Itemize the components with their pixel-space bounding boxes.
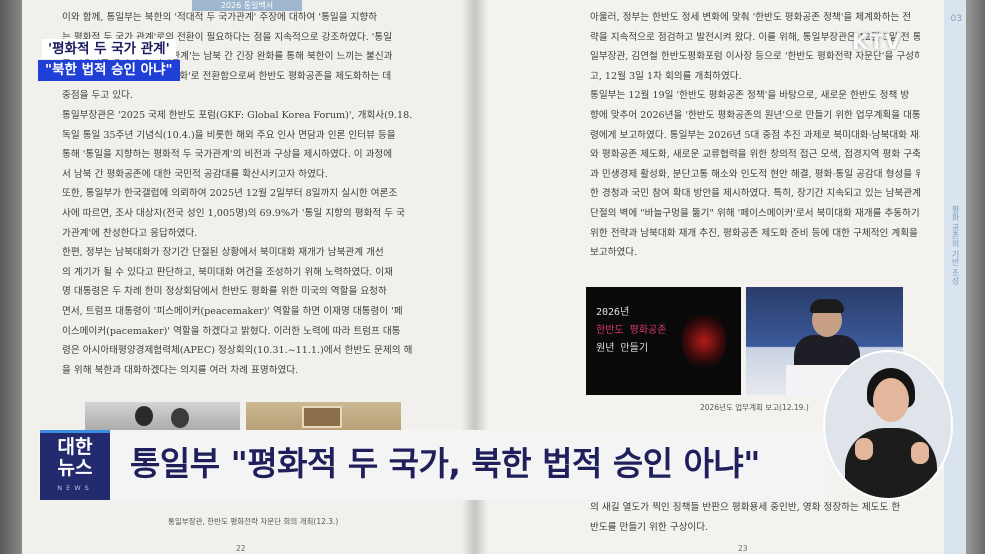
channel-logo-accent [40,430,110,433]
left-text-line: 이와 함께, 통일부는 북한의 '적대적 두 국가관계' 주장에 대하여 '통일… [62,12,378,23]
sign-language-interpreter [823,350,953,500]
room-frame [302,406,342,428]
speaker-hair [810,299,844,313]
page-number-right: 23 [738,544,748,553]
page-number-left: 22 [236,544,246,553]
channel-logo-line-2: 뉴스 [57,457,93,479]
poster-line-3: 원년 만들기 [596,343,649,354]
right-text-line: 고, 12월 3일 1차 회의를 개최하였다. [590,70,742,82]
right-text-line: 향에 맞추어 2026년을 '한반도 평화공존의 원년'으로 만들기 위한 업무… [590,109,920,121]
left-text-line: 령은 아시아태평양경제협력체(APEC) 정상회의(10.31.~11.1.)에… [62,345,412,357]
right-page-bottom-text: 의 새길 열도가 찍인 징책들 반판으 평화용세 중인반, 영화 정장하는 제도… [590,498,920,537]
right-bottom-text-line: 의 새길 열도가 찍인 징책들 반판으 평화용세 중인반, 영화 정장하는 제도… [590,502,901,513]
poster-line-1: 2026년 [596,307,630,318]
channel-logo-line-3: NEWS [57,484,93,492]
left-text-line: 명 대통령은 두 차례 한미 정상회담에서 한반도 평화를 위한 미국의 역할을… [62,286,387,298]
meeting-person-1 [135,406,153,426]
right-text-line: 령에게 보고하였다. 통일부는 2026년 5대 중점 추진 과제로 북미대화·… [590,129,920,141]
right-text-line: 단절의 벽에 "바늘구멍을 뚫기" 위해 '페이스메이커'로서 북미대화 재개를… [590,207,920,219]
left-text-line: 이스메이커(pacemaker)' 역할을 하겠다고 밝혔다. 이러한 노력에 … [62,325,401,337]
poster-line-2: 한반도 평화공존 [596,325,667,336]
background-edge-left [0,0,22,554]
chapter-number: 03 [950,14,962,24]
left-text-line: 서 남북 간 평화공존에 대한 국민적 공감대를 확산시키고자 하였다. [62,168,328,180]
left-text-line: 가관계'에 찬성한다고 응답하였다. [62,227,198,239]
right-text-line: 통일부는 12월 19일 '한반도 평화공존 정책'을 바탕으로, 새로운 한반… [590,90,910,102]
left-text-line: 통일부장관은 '2025 국제 한반도 포럼(GKF: Global Korea… [62,109,412,121]
right-text-line: 과 민생경제 활성화, 분단고통 해소와 인도적 현안 해결, 평화·통일 공감… [590,168,920,180]
left-text-line: 통해 '통일을 지향하는 평화적 두 국가관계'의 비전과 구상을 제시하였다.… [62,149,393,161]
right-text-line: 위한 전략과 남북대화 재개 추진, 평화공존 제도화 준비 등에 대한 구체적… [590,227,918,239]
photo-meeting [85,402,240,432]
interpreter-hand-left [855,438,873,460]
right-bottom-text-line: 반도를 만들기 위한 구상이다. [590,521,709,533]
left-text-line: 면서, 트럼프 대통령이 '피스메이커(peacemaker)' 역할을 하면 … [62,305,403,317]
left-text-line: 의 계기가 될 수 있다고 판단하고, 북미대화 여건을 조성하기 위해 노력하… [62,266,393,278]
left-text-line: 한편, 정부는 남북대화가 장기간 단절된 상황에서 북미대화 재개가 남북관계… [62,247,384,259]
meeting-person-2 [171,408,189,428]
channel-logo: 대한 뉴스 NEWS [40,430,110,500]
photo-right-caption: 2026년도 업무계획 보고(12.19.) [700,403,809,412]
poster-red-graphic [682,309,726,373]
interpreter-hand-right [911,442,929,464]
photo-meeting-room [246,402,401,432]
right-text-line: 한 경청과 국민 참여 확대 방안을 제시하였다. 특히, 장기간 지속되고 있… [590,188,920,200]
left-text-line: 또한, 통일부가 한국갤럽에 의뢰하여 2025년 12월 2일부터 8일까지 … [62,188,398,200]
ktv-logo: KTV [852,30,902,54]
left-text-line: 을 위해 북한과 대화하겠다는 의지를 여러 차례 표명하였다. [62,364,299,376]
channel-logo-line-1: 대한 [57,436,93,458]
chapter-side-label: 평화 공존의 기반 조성 [951,205,960,285]
caption-line-2: "북한 법적 승인 아냐" [38,60,180,81]
right-text-line: 보고하였다. [590,247,638,259]
interpreter-face [873,378,909,422]
news-headline: 통일부 "평화적 두 국가, 북한 법적 승인 아냐" [130,444,760,483]
left-text-line: 독일 통일 35주년 기념식(10.4.)을 비롯한 해외 주요 인사 면담과 … [62,129,396,141]
left-text-line: 사에 따르면, 조사 대상자(전국 성인 1,005명)의 69.9%가 '통일… [62,207,405,219]
caption-line-1: '평화적 두 국가 관계' [42,39,176,59]
background-edge-right [965,0,985,554]
photo-policy-poster: 2026년 한반도 평화공존 원년 만들기 [586,287,741,395]
right-text-line: 아울러, 정부는 한반도 정세 변화에 맞춰 '한반도 평화공존 정책'을 체계… [590,12,912,23]
photo-left-caption: 통일부장관, 한반도 평화전략 자문단 회의 개최(12.3.) [168,517,339,526]
left-text-line: 중점을 두고 있다. [62,90,133,102]
right-text-line: 와 평화공존 제도화, 새로운 교류협력을 위한 창의적 접근 모색, 접경지역… [590,149,920,161]
